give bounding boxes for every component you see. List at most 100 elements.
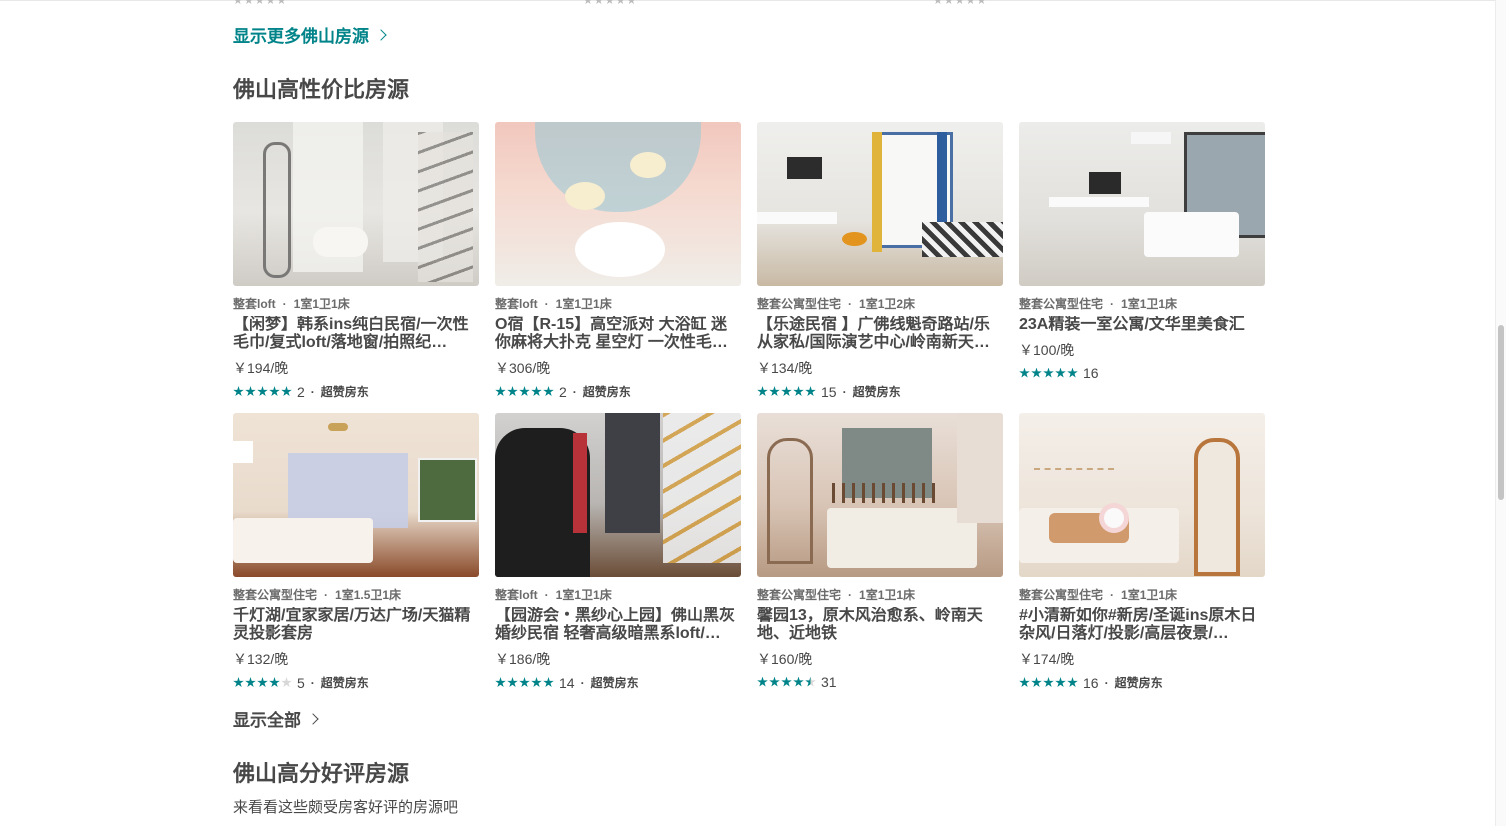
listing-title[interactable]: 【乐途民宿 】广佛线魁奇路站/乐从家私/国际演艺中心/岭南新天…	[757, 316, 1003, 352]
listing-photo[interactable]	[233, 122, 479, 286]
scrollbar-thumb[interactable]	[1498, 325, 1504, 500]
superhost-badge: 超赞房东	[582, 385, 631, 399]
listing-photo[interactable]	[757, 122, 1003, 286]
listing-meta: 整套loft · 1室1卫1床	[495, 588, 612, 602]
show-all-link[interactable]: 显示全部	[233, 706, 319, 731]
star-icon	[1031, 677, 1042, 688]
listing-card[interactable]: 整套公寓型住宅 · 1室1卫1床 23A精装一室公寓/文华里美食汇 ￥100/晚 1…	[1019, 122, 1265, 413]
listing-photo[interactable]	[1019, 122, 1265, 286]
listing-photo[interactable]	[495, 122, 741, 286]
listing-meta: 整套loft · 1室1卫1床	[495, 297, 612, 311]
star-icon	[519, 677, 530, 688]
listing-rating: 15 · 超赞房东	[757, 383, 1003, 400]
listing-title[interactable]: 馨园13，原木风治愈系、岭南天地、近地铁	[757, 607, 1003, 643]
star-icon	[1031, 367, 1042, 378]
star-icon	[757, 386, 768, 397]
listing-price: ￥306/晚	[495, 360, 551, 376]
rating-stars	[233, 677, 292, 688]
listing-title[interactable]: 23A精装一室公寓/文华里美食汇	[1019, 316, 1265, 334]
star-icon	[769, 386, 780, 397]
chevron-right-icon	[307, 712, 319, 725]
star-icon	[531, 677, 542, 688]
review-count: 2	[559, 383, 567, 400]
listing-rating: 14 · 超赞房东	[495, 674, 741, 691]
listing-price: ￥132/晚	[233, 651, 289, 667]
listing-meta: 整套loft · 1室1卫1床	[233, 297, 350, 311]
listing-title[interactable]: 【闲梦】韩系ins纯白民宿/一次性毛巾/复式loft/落地窗/拍照纪…	[233, 316, 479, 352]
star-icon	[757, 676, 768, 687]
listing-title[interactable]: 千灯湖/宜家家居/万达广场/天猫精灵投影套房	[233, 607, 479, 643]
review-count: 16	[1083, 365, 1099, 381]
rating-stars	[757, 386, 816, 397]
show-more-foshan-link[interactable]: 显示更多佛山房源	[233, 22, 387, 47]
review-count: 5	[297, 674, 305, 691]
superhost-badge: 超赞房东	[320, 676, 369, 690]
star-icon	[281, 386, 292, 397]
listing-rating: 16	[1019, 365, 1265, 381]
star-icon	[543, 386, 554, 397]
star-icon	[1043, 677, 1054, 688]
listing-photo[interactable]	[495, 413, 741, 577]
listing-card[interactable]: 整套公寓型住宅 · 1室1卫2床 【乐途民宿 】广佛线魁奇路站/乐从家私/国际演艺中…	[757, 122, 1003, 413]
star-icon	[257, 386, 268, 397]
listing-price: ￥160/晚	[757, 651, 813, 667]
listing-meta: 整套公寓型住宅 · 1室1卫2床	[757, 297, 916, 311]
listing-photo[interactable]	[1019, 413, 1265, 577]
star-icon	[281, 677, 292, 688]
listing-rating: 2 · 超赞房东	[233, 383, 479, 400]
star-icon	[507, 386, 518, 397]
rating-stars	[1019, 367, 1078, 379]
listing-title[interactable]: O宿【R-15】高空派对 大浴缸 迷你麻将大扑克 星空灯 一次性毛…	[495, 316, 741, 352]
star-icon	[1067, 677, 1078, 688]
star-icon	[245, 677, 256, 688]
section-title-top-rated: 佛山高分好评房源	[233, 761, 410, 786]
listing-price: ￥186/晚	[495, 651, 551, 667]
star-icon	[233, 386, 244, 397]
listing-rating: 31	[757, 674, 1003, 690]
superhost-badge: 超赞房东	[852, 385, 901, 399]
listing-card[interactable]: 整套loft · 1室1卫1床 【园游会・黑纱心上园】佛山黑灰婚纱民宿 轻奢高级暗黑…	[495, 413, 741, 704]
listing-card[interactable]: 整套loft · 1室1卫1床 【闲梦】韩系ins纯白民宿/一次性毛巾/复式loft…	[233, 122, 479, 413]
superhost-badge: 超赞房东	[590, 676, 639, 690]
listing-price: ￥174/晚	[1019, 651, 1075, 667]
listing-photo[interactable]	[757, 413, 1003, 577]
star-icon	[531, 386, 542, 397]
star-icon	[1055, 367, 1066, 378]
listings-grid: 整套loft · 1室1卫1床 【闲梦】韩系ins纯白民宿/一次性毛巾/复式loft…	[233, 122, 1265, 704]
star-icon	[495, 386, 506, 397]
listing-rating: 2 · 超赞房东	[495, 383, 741, 400]
star-icon	[519, 386, 530, 397]
listing-price: ￥194/晚	[233, 360, 289, 376]
star-icon	[1055, 677, 1066, 688]
star-icon	[1067, 367, 1078, 378]
show-all-label: 显示全部	[233, 711, 301, 730]
rating-stars	[757, 676, 816, 688]
star-icon	[245, 386, 256, 397]
listing-card[interactable]: 整套公寓型住宅 · 1室1卫1床 #小清新如你#新房/圣诞ins原木日杂风/日落灯/…	[1019, 413, 1265, 704]
superhost-badge: 超赞房东	[1114, 676, 1163, 690]
review-count: 16	[1083, 674, 1099, 691]
listing-meta: 整套公寓型住宅 · 1室1卫1床	[1019, 588, 1178, 602]
listing-card[interactable]: 整套公寓型住宅 · 1室1卫1床 馨园13，原木风治愈系、岭南天地、近地铁 ￥160…	[757, 413, 1003, 704]
listing-title[interactable]: 【园游会・黑纱心上园】佛山黑灰婚纱民宿 轻奢高级暗黑系loft/…	[495, 607, 741, 643]
star-icon	[233, 677, 244, 688]
star-icon	[1043, 367, 1054, 378]
listing-card[interactable]: 整套loft · 1室1卫1床 O宿【R-15】高空派对 大浴缸 迷你麻将大扑克 星…	[495, 122, 741, 413]
rating-stars	[495, 677, 554, 688]
star-icon	[805, 386, 816, 397]
listing-rating: 5 · 超赞房东	[233, 674, 479, 691]
star-icon	[1019, 677, 1030, 688]
listing-card[interactable]: 整套公寓型住宅 · 1室1.5卫1床 千灯湖/宜家家居/万达广场/天猫精灵投影套房 …	[233, 413, 479, 704]
page-scrollbar[interactable]	[1495, 0, 1506, 826]
listing-photo[interactable]	[233, 413, 479, 577]
listing-price: ￥134/晚	[757, 360, 813, 376]
listing-meta: 整套公寓型住宅 · 1室1卫1床	[757, 588, 916, 602]
rating-stars	[233, 386, 292, 397]
listing-title[interactable]: #小清新如你#新房/圣诞ins原木日杂风/日落灯/投影/高层夜景/…	[1019, 607, 1265, 643]
review-count: 14	[559, 674, 575, 691]
star-icon	[507, 677, 518, 688]
star-icon	[805, 676, 816, 687]
show-more-label: 显示更多佛山房源	[233, 27, 369, 46]
section-subtitle: 来看看这些颇受房客好评的房源吧	[233, 799, 459, 816]
review-count: 31	[821, 674, 837, 690]
